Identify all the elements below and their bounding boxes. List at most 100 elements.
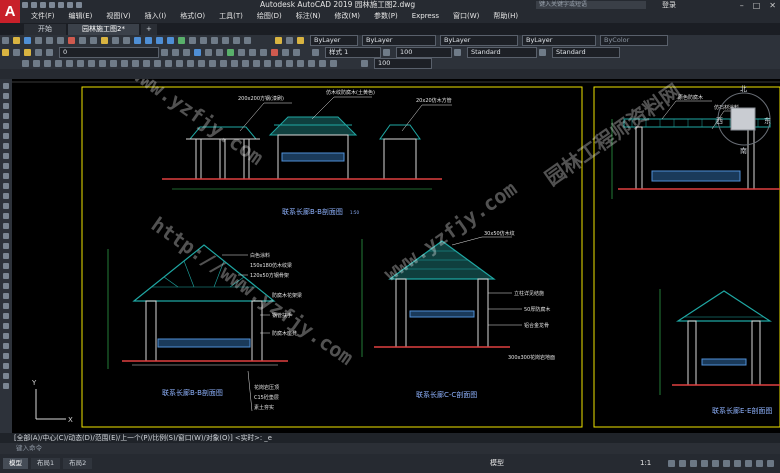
properties-icon[interactable] bbox=[178, 37, 185, 44]
layer-iso-icon[interactable] bbox=[183, 48, 190, 56]
markup-icon[interactable] bbox=[222, 37, 229, 44]
layer-properties-icon[interactable] bbox=[275, 37, 282, 44]
annoscale-icon[interactable] bbox=[361, 60, 368, 67]
line-icon[interactable] bbox=[22, 60, 29, 67]
hatch-icon[interactable] bbox=[165, 60, 172, 67]
undo-icon[interactable] bbox=[67, 2, 73, 8]
publish-icon[interactable] bbox=[57, 37, 64, 44]
grid-icon[interactable] bbox=[668, 460, 675, 467]
vt-stretch-icon[interactable] bbox=[3, 363, 9, 369]
minimize-icon[interactable]: – bbox=[740, 1, 744, 10]
tablestyle-icon[interactable] bbox=[539, 48, 546, 56]
osnap-icon[interactable] bbox=[712, 460, 719, 467]
arc-icon[interactable] bbox=[88, 60, 95, 67]
layer-freeze-icon[interactable] bbox=[205, 48, 212, 56]
vt-array-icon[interactable] bbox=[3, 323, 9, 329]
design-center-icon[interactable] bbox=[189, 37, 196, 44]
dim-edit-icon[interactable] bbox=[319, 60, 326, 67]
match-properties-icon[interactable] bbox=[101, 37, 108, 44]
qnew-icon[interactable] bbox=[2, 37, 9, 44]
lock-icon[interactable] bbox=[35, 48, 42, 56]
vt-gradient-icon[interactable] bbox=[3, 233, 9, 239]
vt-mtext-icon[interactable] bbox=[3, 263, 9, 269]
vt-revcloud-icon[interactable] bbox=[3, 153, 9, 159]
paste-icon[interactable] bbox=[90, 37, 97, 44]
vt-copy-icon[interactable] bbox=[3, 293, 9, 299]
tool-palettes-icon[interactable] bbox=[200, 37, 207, 44]
layout-tab[interactable]: 布局1 bbox=[31, 458, 61, 469]
vt-add-selected-icon[interactable] bbox=[3, 273, 9, 279]
vt-ellipse-arc-icon[interactable] bbox=[3, 183, 9, 189]
dim-radius-icon[interactable] bbox=[242, 60, 249, 67]
vt-extend-icon[interactable] bbox=[3, 383, 9, 389]
menu-item[interactable]: 参数(P) bbox=[367, 10, 405, 23]
layer-merge-icon[interactable] bbox=[238, 48, 245, 56]
dimstyle-control[interactable]: 样式 1 bbox=[325, 46, 381, 58]
workspace-gear-icon[interactable] bbox=[745, 460, 752, 467]
save-disk-icon[interactable] bbox=[24, 37, 31, 44]
layer-manager-icon[interactable] bbox=[2, 48, 9, 56]
annoscale-control[interactable]: 100 bbox=[374, 58, 432, 69]
menu-item[interactable]: Express bbox=[405, 10, 446, 23]
spline-icon[interactable] bbox=[110, 60, 117, 67]
linetype-control[interactable]: ByLayer bbox=[440, 35, 518, 46]
command-input[interactable]: 键入命令 bbox=[0, 443, 780, 454]
qleader-icon[interactable] bbox=[286, 60, 293, 67]
undo-toolbar-icon[interactable] bbox=[112, 37, 119, 44]
vt-circle-icon[interactable] bbox=[3, 143, 9, 149]
lineweight-icon[interactable] bbox=[734, 460, 741, 467]
quick-access-toolbar[interactable] bbox=[22, 0, 82, 10]
vt-ellipse-icon[interactable] bbox=[3, 173, 9, 179]
plot-icon[interactable] bbox=[35, 37, 42, 44]
customize-icon[interactable] bbox=[767, 460, 774, 467]
center-mark-icon[interactable] bbox=[308, 60, 315, 67]
save-as-icon[interactable] bbox=[49, 2, 55, 8]
layer-match-icon[interactable] bbox=[227, 48, 234, 56]
polar-icon[interactable] bbox=[701, 460, 708, 467]
menu-item[interactable]: 窗口(W) bbox=[446, 10, 486, 23]
polyline-icon[interactable] bbox=[55, 60, 62, 67]
textstyle-control[interactable]: Standard bbox=[467, 46, 537, 58]
menu-item[interactable]: 工具(T) bbox=[212, 10, 250, 23]
status-annotation-scale[interactable]: 1:1 bbox=[640, 455, 651, 472]
vt-insert-icon[interactable] bbox=[3, 193, 9, 199]
layer-unlock-icon[interactable] bbox=[271, 48, 278, 56]
dim-angular-icon[interactable] bbox=[253, 60, 260, 67]
vt-mirror-icon[interactable] bbox=[3, 303, 9, 309]
preview-icon[interactable] bbox=[46, 37, 53, 44]
layer-control[interactable]: 0 bbox=[59, 46, 159, 58]
save-icon[interactable] bbox=[40, 2, 46, 8]
open-icon[interactable] bbox=[31, 2, 37, 8]
vt-line-icon[interactable] bbox=[3, 83, 9, 89]
layer-state-icon[interactable] bbox=[286, 37, 293, 44]
mline-icon[interactable] bbox=[44, 60, 51, 67]
sign-in-link[interactable]: 登录 bbox=[662, 0, 676, 10]
vt-rotate-icon[interactable] bbox=[3, 343, 9, 349]
bulb-icon[interactable] bbox=[13, 48, 20, 56]
redo-toolbar-icon[interactable] bbox=[123, 37, 130, 44]
document-tab[interactable]: 开始 bbox=[24, 24, 66, 35]
region-icon[interactable] bbox=[176, 60, 183, 67]
search-input[interactable]: 键入关键字或短语 bbox=[536, 1, 646, 9]
fullscreen-icon[interactable] bbox=[756, 460, 763, 467]
color-swatch-icon[interactable] bbox=[46, 48, 53, 56]
layer-off-icon[interactable] bbox=[216, 48, 223, 56]
vt-trim-icon[interactable] bbox=[3, 373, 9, 379]
dim-arc-icon[interactable] bbox=[231, 60, 238, 67]
layer-previous-icon[interactable] bbox=[172, 48, 179, 56]
dim-aligned-icon[interactable] bbox=[220, 60, 227, 67]
vt-offset-icon[interactable] bbox=[3, 313, 9, 319]
dim-update-icon[interactable] bbox=[330, 60, 337, 67]
vt-move-icon[interactable] bbox=[3, 333, 9, 339]
app-logo[interactable]: A bbox=[0, 0, 20, 23]
help-icon[interactable] bbox=[244, 37, 251, 44]
circle-icon[interactable] bbox=[99, 60, 106, 67]
zoom-realtime-icon[interactable] bbox=[145, 37, 152, 44]
menu-item[interactable]: 编辑(E) bbox=[62, 10, 100, 23]
xline-icon[interactable] bbox=[33, 60, 40, 67]
scale-control[interactable]: 100 bbox=[396, 46, 452, 58]
layer-walk-icon[interactable] bbox=[194, 48, 201, 56]
status-model[interactable]: 模型 bbox=[490, 455, 504, 472]
menu-item[interactable]: 格式(O) bbox=[173, 10, 212, 23]
color-combo[interactable]: ByLayer bbox=[310, 35, 358, 46]
